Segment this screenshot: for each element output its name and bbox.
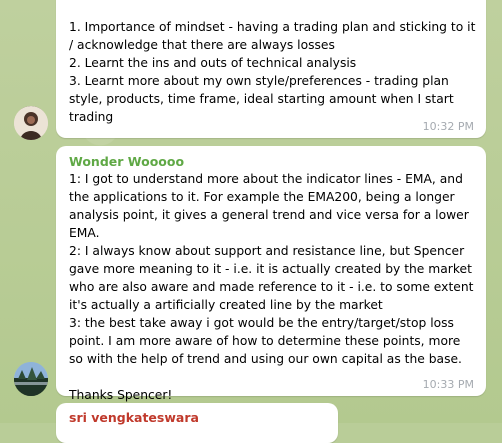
message-text: 1: I got to understand more about the in…	[69, 172, 474, 402]
message-time: 10:32 PM	[422, 120, 474, 133]
landscape-avatar-icon[interactable]	[14, 362, 48, 396]
message-bubble[interactable]: 3 major takeaways: 1. Importance of mind…	[56, 0, 486, 138]
message-time: 10:33 PM	[422, 378, 474, 391]
message-bubble[interactable]: sri vengkateswara	[56, 403, 338, 443]
person-avatar-icon[interactable]	[14, 106, 48, 140]
sender-name[interactable]: Wonder Wooooo	[69, 154, 184, 169]
message-text: 3 major takeaways: 1. Importance of mind…	[69, 20, 476, 124]
message-bubble[interactable]: Wonder Wooooo 1: I got to understand mor…	[56, 146, 486, 402]
